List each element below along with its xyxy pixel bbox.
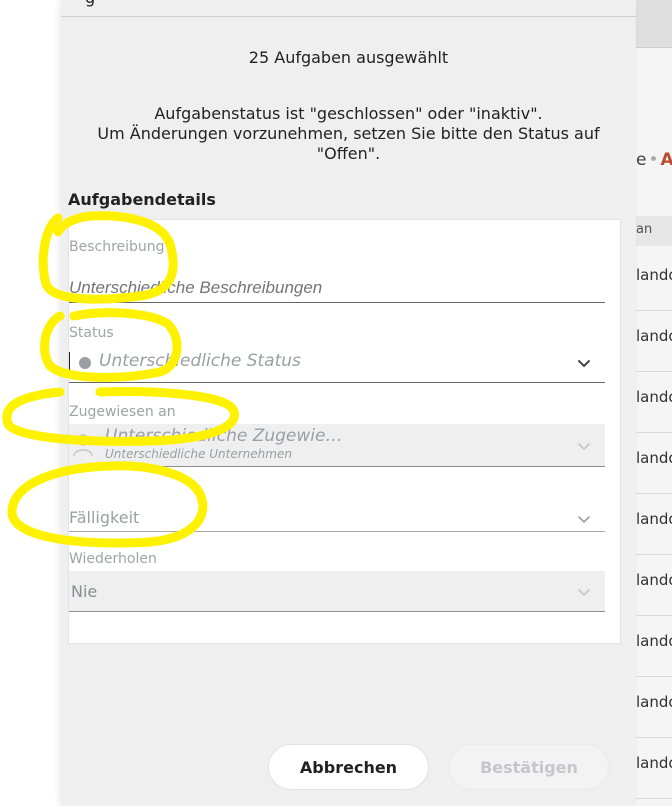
bulk-edit-dialog: g 25 Aufgaben ausgewählt Aufgabenstatus … [61,0,636,806]
selection-count: 25 Aufgaben ausgewählt [248,48,449,67]
assignee-company: Unterschiedliche Unternehmen [105,447,292,461]
assignee-name: Unterschiedliche Zugewie… [105,426,343,446]
due-date-field[interactable]: Fälligkeit [69,508,139,527]
assignee-select[interactable]: Unterschiedliche Zugewie… Unterschiedlic… [69,424,605,467]
repeat-value: Nie [71,582,98,601]
assignee-label: Zugewiesen an [69,404,176,420]
chevron-down-icon[interactable] [577,585,591,599]
due-date-underline [69,531,605,532]
status-underline [69,382,605,383]
status-label: Status [69,325,114,341]
chevron-down-icon[interactable] [577,512,591,526]
repeat-label: Wiederholen [69,551,157,567]
description-underline [69,302,605,303]
status-notice-line: "Offen". [316,144,381,163]
cancel-button[interactable]: Abbrechen [268,744,429,790]
chevron-down-icon[interactable] [577,439,591,453]
dialog-header-divider [61,16,636,17]
status-notice-line: Aufgabenstatus ist "geschlossen" oder "i… [154,104,543,123]
task-details-card: Beschreibung Status Unterschiedliche Sta… [68,219,621,644]
text-cursor [69,352,70,372]
status-notice: Aufgabenstatus ist "geschlossen" oder "i… [61,104,636,164]
description-input[interactable] [69,276,605,300]
dialog-title: g [85,0,95,7]
status-select[interactable]: Unterschiedliche Status [69,348,605,384]
user-icon [73,434,93,457]
confirm-button[interactable]: Bestätigen [449,744,609,790]
section-title: Aufgabendetails [68,190,216,209]
description-label: Beschreibung [69,239,165,255]
status-dot-icon [79,357,91,369]
status-notice-line: Um Änderungen vorzunehmen, setzen Sie bi… [97,124,600,143]
repeat-select[interactable]: Nie [69,571,605,612]
status-value: Unterschiedliche Status [99,351,301,371]
chevron-down-icon[interactable] [577,356,591,370]
background-overlay [636,0,672,806]
